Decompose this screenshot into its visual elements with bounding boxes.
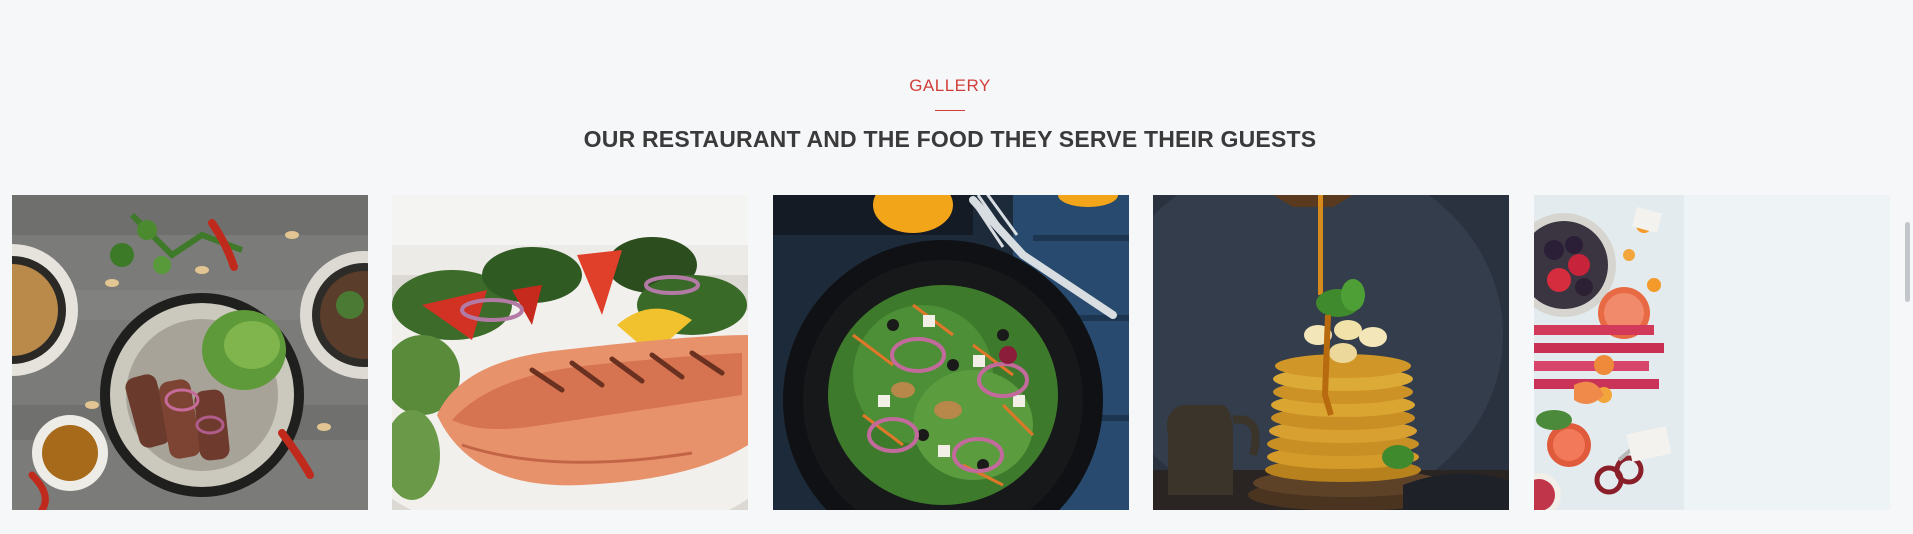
green-salad-on-dark-plate-image bbox=[773, 195, 1129, 510]
gallery-item-salmon[interactable] bbox=[392, 195, 748, 510]
grilled-salmon-salad-image bbox=[392, 195, 748, 510]
gallery-item-salad[interactable] bbox=[773, 195, 1129, 510]
section-divider bbox=[935, 110, 965, 111]
berries-and-fruit-flatlay-image bbox=[1534, 195, 1890, 510]
scrollbar-thumb[interactable] bbox=[1905, 222, 1910, 302]
gallery-section-header: GALLERY OUR RESTAURANT AND THE FOOD THEY… bbox=[0, 76, 1900, 153]
page-scrollbar[interactable] bbox=[1896, 0, 1913, 534]
gallery-item-pancakes[interactable] bbox=[1153, 195, 1509, 510]
steak-with-herbs-and-sauce-image bbox=[12, 195, 368, 510]
pancake-stack-with-syrup-image bbox=[1153, 195, 1509, 510]
section-eyebrow: GALLERY bbox=[909, 76, 991, 95]
gallery-item-berries[interactable] bbox=[1534, 195, 1890, 510]
gallery-item-steak[interactable] bbox=[12, 195, 368, 510]
gallery-grid bbox=[12, 195, 1892, 510]
section-title: OUR RESTAURANT AND THE FOOD THEY SERVE T… bbox=[583, 126, 1317, 152]
